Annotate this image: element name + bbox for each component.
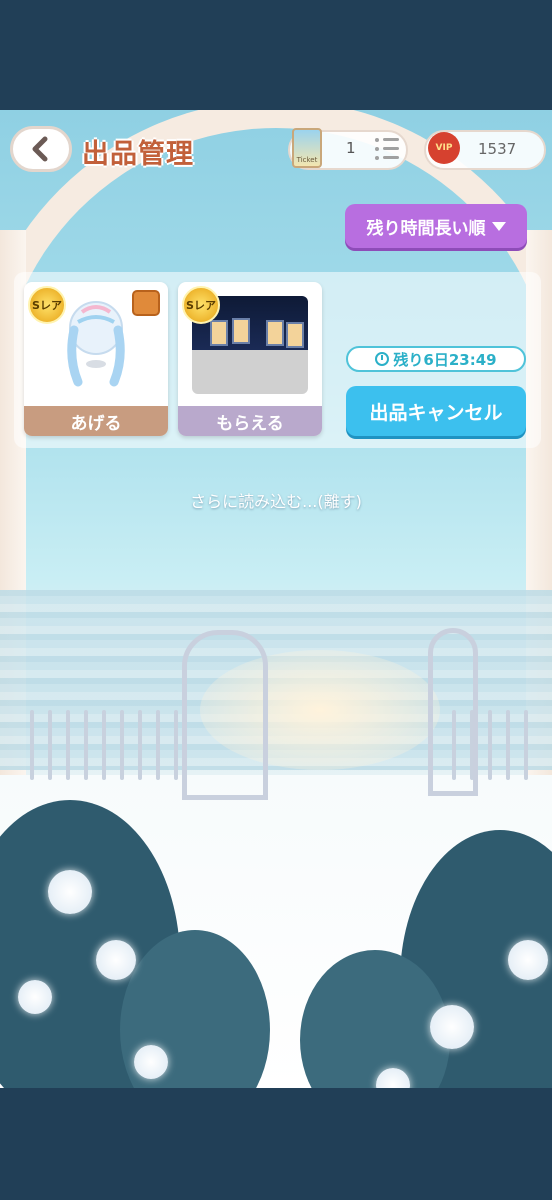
flower bbox=[18, 980, 52, 1014]
list-menu-icon[interactable] bbox=[374, 134, 402, 164]
receive-item-card[interactable]: Sレア もらえる bbox=[178, 282, 322, 436]
clock-icon bbox=[375, 352, 390, 366]
dropdown-triangle-icon bbox=[491, 221, 506, 231]
back-button[interactable] bbox=[10, 126, 72, 172]
flower bbox=[430, 1005, 474, 1049]
railing-left bbox=[30, 690, 178, 780]
rarity-badge: Sレア bbox=[182, 286, 220, 324]
sort-label: 残り時間長い順 bbox=[366, 218, 486, 239]
sort-dropdown-button[interactable]: 残り時間長い順 bbox=[345, 204, 527, 248]
flower bbox=[508, 940, 548, 980]
ticket-count: 1 bbox=[346, 139, 356, 157]
flower bbox=[134, 1045, 168, 1079]
gate-left-door bbox=[182, 630, 268, 800]
page-title: 出品管理 bbox=[82, 139, 194, 170]
give-label: あげる bbox=[24, 406, 168, 436]
ticket-icon: Ticket bbox=[292, 128, 322, 168]
receive-label: もらえる bbox=[178, 406, 322, 436]
home-indicator-area bbox=[0, 1088, 552, 1200]
game-background bbox=[0, 110, 552, 1088]
cancel-listing-button[interactable]: 出品キャンセル bbox=[346, 386, 526, 436]
remaining-time-text: 残り6日23:49 bbox=[393, 350, 497, 369]
bag-icon bbox=[132, 290, 160, 316]
chevron-left-icon bbox=[32, 136, 48, 162]
remaining-time-badge: 残り6日23:49 bbox=[346, 346, 526, 372]
hair-item-icon bbox=[67, 301, 125, 387]
flower bbox=[96, 940, 136, 980]
flower bbox=[48, 870, 92, 914]
load-more-text: さらに読み込む...(離す) bbox=[190, 492, 362, 511]
vip-badge-icon: VIP bbox=[428, 132, 460, 164]
rarity-badge: Sレア bbox=[28, 286, 66, 324]
give-item-card[interactable]: Sレア あげる bbox=[24, 282, 168, 436]
gate-right-door bbox=[428, 628, 478, 796]
points-value: 1537 bbox=[478, 140, 517, 158]
status-bar-area bbox=[0, 0, 552, 110]
